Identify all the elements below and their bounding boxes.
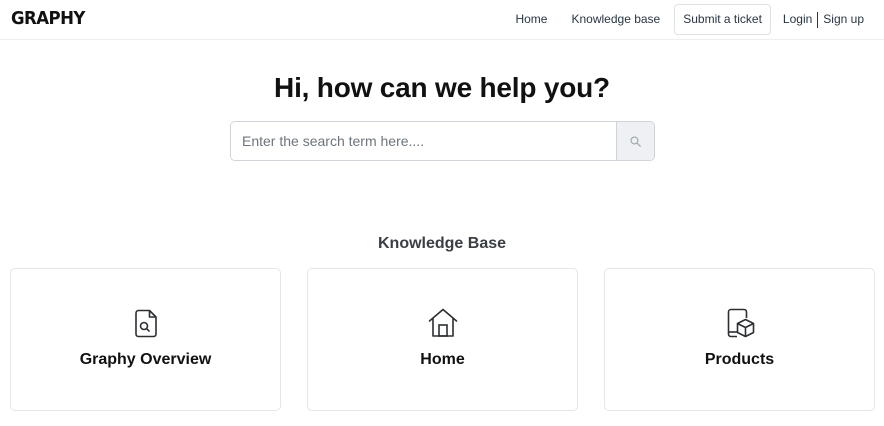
kb-card-home[interactable]: Home bbox=[307, 268, 578, 411]
brand-logo[interactable]: GRAPHY bbox=[11, 8, 85, 29]
submit-ticket-button[interactable]: Submit a ticket bbox=[674, 4, 771, 35]
search-icon bbox=[630, 135, 641, 147]
login-link[interactable]: Login bbox=[781, 4, 816, 35]
search-button[interactable] bbox=[616, 122, 654, 160]
search-bar bbox=[230, 121, 655, 161]
kb-card-products[interactable]: Products bbox=[604, 268, 875, 411]
top-navbar: GRAPHY Home Knowledge base Submit a tick… bbox=[0, 0, 884, 40]
nav-home-link[interactable]: Home bbox=[503, 4, 559, 35]
kb-card-graphy-overview[interactable]: Graphy Overview bbox=[10, 268, 281, 411]
nav-knowledge-base-link[interactable]: Knowledge base bbox=[559, 4, 672, 35]
knowledge-base-heading: Knowledge Base bbox=[377, 235, 507, 252]
nav-divider bbox=[817, 11, 819, 28]
kb-card-label: Products bbox=[704, 351, 775, 368]
search-input[interactable] bbox=[231, 122, 616, 160]
main-nav: Home Knowledge base Submit a ticket Logi… bbox=[503, 4, 864, 35]
document-search-icon bbox=[134, 309, 157, 338]
signup-link[interactable]: Sign up bbox=[819, 4, 864, 35]
kb-card-label: Home bbox=[420, 351, 465, 368]
home-icon bbox=[428, 308, 457, 337]
kb-card-label: Graphy Overview bbox=[79, 351, 212, 368]
tablet-box-icon bbox=[727, 308, 754, 338]
hero-title: Hi, how can we help you? bbox=[274, 72, 610, 103]
